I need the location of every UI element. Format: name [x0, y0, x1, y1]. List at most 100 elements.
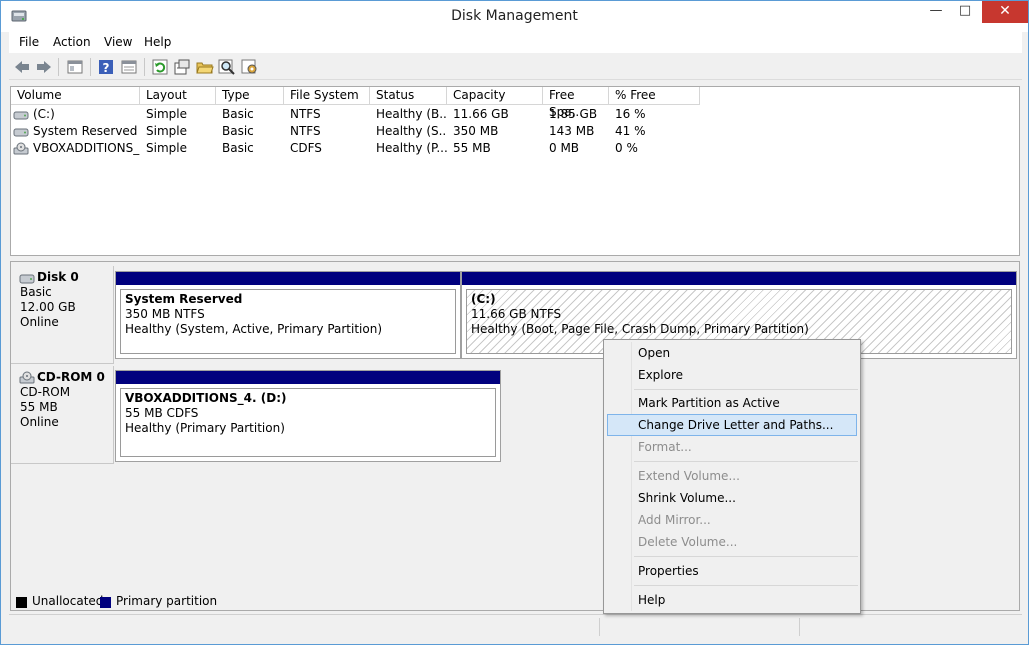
menu-help[interactable]: Help: [144, 35, 171, 49]
settings-icon[interactable]: [241, 58, 259, 76]
disk-0-info[interactable]: Disk 0 Basic 12.00 GB Online: [11, 266, 114, 364]
column-header-status[interactable]: Status: [370, 87, 447, 105]
volume-capacity: 55 MB: [453, 141, 491, 155]
menu-item-shrink-volume[interactable]: Shrink Volume...: [607, 487, 857, 509]
volume-name: System Reserved: [33, 124, 138, 138]
volume-name: VBOXADDITIONS_...: [33, 141, 140, 155]
volume-percent-free: 41 %: [615, 124, 646, 138]
unallocated-swatch: [16, 597, 27, 608]
refresh-icon[interactable]: [151, 58, 169, 76]
context-menu: Open Explore Mark Partition as Active Ch…: [603, 339, 861, 614]
disk-state: Online: [20, 415, 59, 429]
volume-name: (C:): [33, 107, 55, 121]
toolbar: ?: [9, 54, 1022, 80]
rescan-icon[interactable]: [173, 58, 191, 76]
volume-list: Volume Layout Type File System Status Ca…: [10, 86, 1020, 256]
column-header-free-space[interactable]: Free Spa...: [543, 87, 609, 119]
menu-separator: [634, 585, 858, 586]
volume-layout: Simple: [146, 124, 187, 138]
toolbar-separator: [144, 58, 145, 76]
primary-partition-bar: [462, 272, 1016, 285]
partition-name: (C:): [471, 292, 496, 306]
primary-partition-bar: [116, 272, 460, 285]
volume-percent-free: 0 %: [615, 141, 638, 155]
maximize-button[interactable]: □: [950, 1, 980, 23]
disk-graphical-view: Disk 0 Basic 12.00 GB Online System Rese…: [10, 261, 1020, 611]
partition-fs: 11.66 GB NTFS: [471, 307, 562, 321]
close-button[interactable]: ✕: [982, 1, 1028, 23]
menu-item-explore[interactable]: Explore: [607, 364, 857, 386]
volume-file-system: CDFS: [290, 141, 322, 155]
open-icon[interactable]: [196, 58, 214, 76]
menu-view[interactable]: View: [104, 35, 132, 49]
title-bar: Disk Management — □ ✕: [1, 1, 1028, 32]
column-header-capacity[interactable]: Capacity: [447, 87, 543, 105]
volume-file-system: NTFS: [290, 124, 321, 138]
column-header-percent-free[interactable]: % Free: [609, 87, 700, 105]
volume-percent-free: 16 %: [615, 107, 646, 121]
menu-action[interactable]: Action: [53, 35, 91, 49]
partition-system-reserved[interactable]: System Reserved 350 MB NTFS Healthy (Sys…: [115, 271, 461, 359]
volume-status: Healthy (B...: [376, 107, 447, 121]
menu-separator: [634, 461, 858, 462]
volume-free-space: 0 MB: [549, 141, 580, 155]
disk-type: CD-ROM: [20, 385, 71, 399]
legend-unallocated: Unallocated: [32, 594, 104, 608]
volume-file-system: NTFS: [290, 107, 321, 121]
menu-item-open[interactable]: Open: [607, 342, 857, 364]
partition-details: System Reserved 350 MB NTFS Healthy (Sys…: [120, 289, 456, 354]
console-tree-icon[interactable]: [66, 58, 84, 76]
partition-status: Healthy (System, Active, Primary Partiti…: [125, 322, 383, 336]
menu-file[interactable]: File: [19, 35, 39, 49]
menu-item-help[interactable]: Help: [607, 589, 857, 611]
column-header-file-system[interactable]: File System: [284, 87, 370, 105]
volume-type: Basic: [222, 107, 254, 121]
disk-size: 55 MB: [20, 400, 58, 414]
disk-type: Basic: [20, 285, 52, 299]
partition-name: VBOXADDITIONS_4. (D:): [125, 391, 287, 405]
partition-fs: 55 MB CDFS: [125, 406, 199, 420]
partition-vboxadditions[interactable]: VBOXADDITIONS_4. (D:) 55 MB CDFS Healthy…: [115, 370, 501, 462]
menu-item-format[interactable]: Format...: [607, 436, 857, 458]
disk-icon: [19, 274, 35, 284]
back-icon[interactable]: [13, 58, 31, 76]
volume-status: Healthy (S...: [376, 124, 447, 138]
search-icon[interactable]: [218, 58, 236, 76]
partition-fs: 350 MB NTFS: [125, 307, 205, 321]
column-header-layout[interactable]: Layout: [140, 87, 216, 105]
volume-type: Basic: [222, 141, 254, 155]
legend: Unallocated Primary partition: [10, 593, 600, 611]
volume-free-space: 1.85 GB: [549, 107, 598, 121]
legend-primary-partition: Primary partition: [116, 594, 218, 608]
properties-view-icon[interactable]: [120, 58, 138, 76]
partition-status: Healthy (Boot, Page File, Crash Dump, Pr…: [471, 322, 809, 336]
column-header-type[interactable]: Type: [216, 87, 284, 105]
menu-item-change-drive-letter[interactable]: Change Drive Letter and Paths...: [607, 414, 857, 436]
menu-item-add-mirror[interactable]: Add Mirror...: [607, 509, 857, 531]
status-divider: [599, 618, 600, 636]
status-bar: [9, 614, 1022, 638]
volume-capacity: 11.66 GB: [453, 107, 509, 121]
toolbar-separator: [90, 58, 91, 76]
cdrom-0-info[interactable]: CD-ROM 0 CD-ROM 55 MB Online: [11, 366, 114, 464]
menu-item-mark-partition-active[interactable]: Mark Partition as Active: [607, 392, 857, 414]
help-icon[interactable]: ?: [97, 58, 115, 76]
partition-status: Healthy (Primary Partition): [125, 421, 285, 435]
partition-name: System Reserved: [125, 292, 243, 306]
svg-text:?: ?: [103, 61, 110, 75]
column-header-volume[interactable]: Volume: [11, 87, 140, 105]
volume-type: Basic: [222, 124, 254, 138]
menu-separator: [634, 389, 858, 390]
menu-item-extend-volume[interactable]: Extend Volume...: [607, 465, 857, 487]
menu-item-delete-volume[interactable]: Delete Volume...: [607, 531, 857, 553]
toolbar-separator: [58, 58, 59, 76]
cd-drive-icon: [19, 371, 35, 384]
minimize-button[interactable]: —: [921, 1, 951, 23]
menu-item-properties[interactable]: Properties: [607, 560, 857, 582]
volume-status: Healthy (P...: [376, 141, 447, 155]
volume-layout: Simple: [146, 107, 187, 121]
menu-separator: [634, 556, 858, 557]
forward-icon[interactable]: [35, 58, 53, 76]
partition-details: VBOXADDITIONS_4. (D:) 55 MB CDFS Healthy…: [120, 388, 496, 457]
volume-free-space: 143 MB: [549, 124, 595, 138]
